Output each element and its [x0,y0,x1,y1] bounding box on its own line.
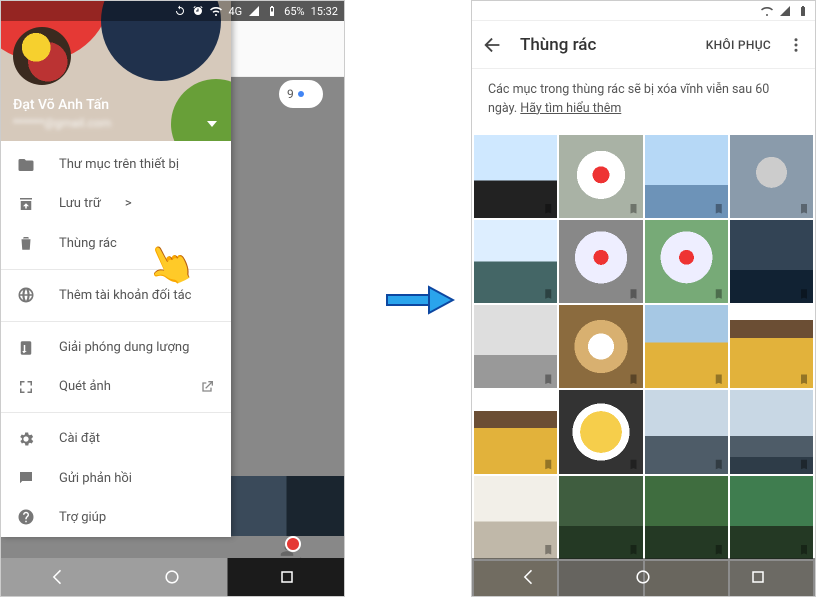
trash-photo[interactable] [730,390,813,473]
recent-icon[interactable] [277,567,297,587]
network-type: 4G [228,5,242,18]
signal-icon [779,5,791,17]
trash-photo[interactable] [645,305,728,388]
learn-more-link[interactable]: Hãy tìm hiểu thêm [520,101,621,116]
menu-settings[interactable]: Cài đặt [1,419,231,458]
underlying-toolbar [229,21,344,77]
account-block[interactable]: Đạt Võ Anh Tấn ******@gmail.com [13,96,111,131]
trash-photo[interactable] [474,390,557,473]
alarm-icon [192,5,204,17]
clock: 15:32 [311,5,338,18]
trash-photo[interactable] [559,476,642,559]
share-icon [277,540,297,558]
trash-photo[interactable] [730,135,813,218]
date-chip-text: 9 [287,87,294,101]
menu-feedback[interactable]: Gửi phản hồi [1,459,231,498]
archive-icon [17,195,35,213]
account-name: Đạt Võ Anh Tấn [13,96,111,115]
trash-photo[interactable] [559,135,642,218]
system-nav-bar [1,558,344,596]
battery-icon [797,5,809,17]
date-chip-dot [298,91,304,97]
trash-photo[interactable] [730,476,813,559]
trash-photo[interactable] [559,220,642,303]
trash-photo[interactable] [645,390,728,473]
phone-right: Thùng rác KHÔI PHỤC Các mục trong thùng … [471,0,816,597]
menu-label: Lưu trữ [59,196,101,211]
trash-photo[interactable] [730,220,813,303]
menu-label: Thùng rác [59,236,117,251]
trash-info-banner: Các mục trong thùng rác sẽ bị xóa vĩnh v… [472,69,815,135]
back-icon[interactable] [48,567,68,587]
trash-photo[interactable] [730,305,813,388]
signal-icon [248,5,260,17]
menu-label: Gửi phản hồi [59,471,132,486]
back-arrow-icon[interactable] [482,34,504,56]
menu-device-folders[interactable]: Thư mục trên thiết bị [1,145,231,184]
menu-scan-photos[interactable]: Quét ảnh [1,367,231,406]
restore-button[interactable]: KHÔI PHỤC [706,38,771,52]
status-bar: 4G 65% 15:32 [1,1,344,21]
trash-photo[interactable] [559,390,642,473]
feedback-icon [17,469,35,487]
decor-green-blob [171,79,231,141]
recent-icon[interactable] [748,567,768,587]
gear-icon [17,430,35,448]
date-chip[interactable]: 9 [278,79,324,109]
scan-icon [17,378,35,396]
trash-photo[interactable] [559,305,642,388]
divider [1,412,231,413]
storage-icon [17,339,35,357]
trash-photo[interactable] [474,220,557,303]
menu-free-up-space[interactable]: Giải phóng dung lượng [1,328,231,367]
avatar[interactable] [13,27,71,85]
trash-photo[interactable] [645,135,728,218]
wifi-icon [210,5,222,17]
trash-photo-grid [472,135,815,597]
open-external-icon [199,379,215,395]
drawer-menu: Thư mục trên thiết bị Lưu trữ > Thùng rá… [1,141,231,537]
folder-icon [17,156,35,174]
trash-photo[interactable] [474,476,557,559]
globe-icon [17,286,35,304]
drawer-header[interactable]: Đạt Võ Anh Tấn ******@gmail.com [1,1,231,141]
phone-left: 9 Chia sẻ 4G 65% 15:32 Đạt Võ Anh Tấn **… [0,0,345,597]
menu-label: Cài đặt [59,431,100,446]
wifi-icon [761,5,773,17]
trash-photo[interactable] [474,305,557,388]
menu-trash[interactable]: Thùng rác [1,223,231,262]
menu-partner-account[interactable]: Thêm tài khoản đối tác [1,276,231,315]
system-nav-bar [472,558,815,596]
menu-archive[interactable]: Lưu trữ > [1,184,231,223]
divider [1,321,231,322]
trash-toolbar: Thùng rác KHÔI PHỤC [472,21,815,69]
trash-photo[interactable] [474,135,557,218]
menu-label: Thư mục trên thiết bị [59,157,179,172]
menu-label: Thêm tài khoản đối tác [59,288,191,303]
help-icon [17,508,35,526]
overflow-menu-icon[interactable] [787,36,805,54]
trash-title: Thùng rác [520,35,690,55]
menu-help[interactable]: Trợ giúp [1,498,231,537]
underlying-thumbnails [229,476,344,536]
menu-label: Trợ giúp [59,510,106,525]
battery-percent: 65% [284,5,304,18]
menu-label: Quét ảnh [59,379,111,394]
battery-icon [266,5,278,17]
sync-icon [174,5,186,17]
trash-icon [17,234,35,252]
account-email: ******@gmail.com [13,115,111,131]
home-icon[interactable] [162,567,182,587]
menu-label: Giải phóng dung lượng [59,340,189,355]
status-bar [472,1,815,21]
back-icon[interactable] [519,567,539,587]
chevron-down-icon[interactable] [207,121,217,127]
flow-arrow-icon [385,285,455,315]
trash-photo[interactable] [645,220,728,303]
trash-photo[interactable] [645,476,728,559]
home-icon[interactable] [633,567,653,587]
